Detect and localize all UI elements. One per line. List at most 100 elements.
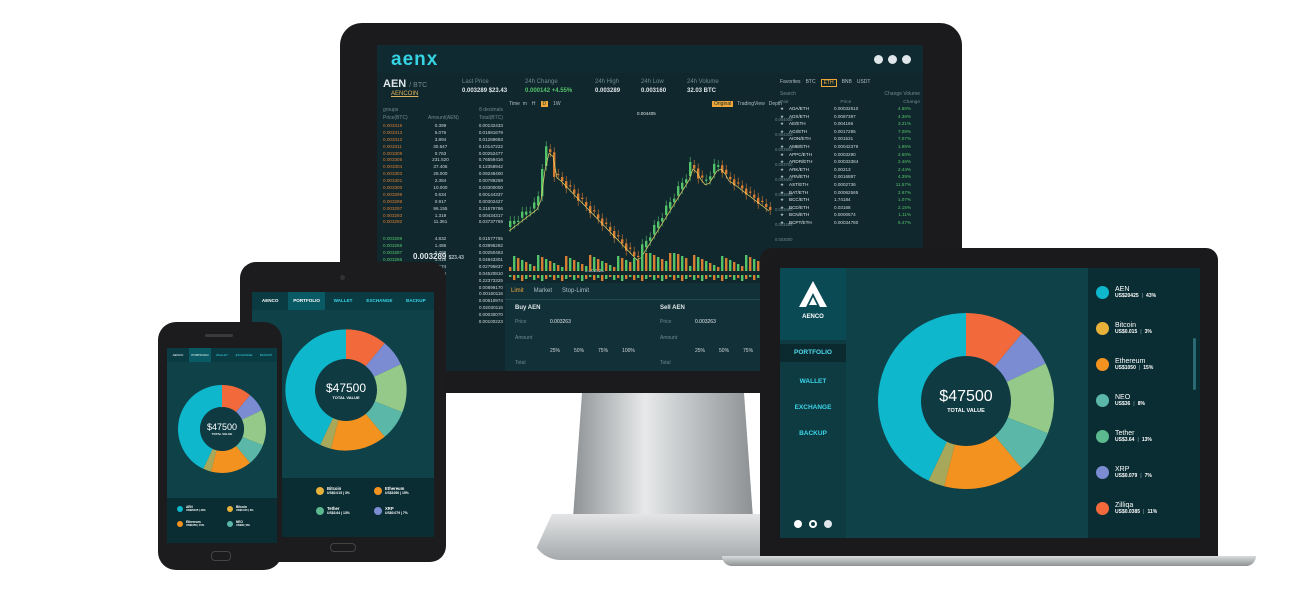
market-row[interactable]: ★ AION/ETH 0.001531 7.07% (780, 135, 920, 143)
phone-tab-exchange[interactable]: EXCHANGE (233, 348, 255, 362)
market-row[interactable]: ★ BCC/ETH 1.74184 1.07% (780, 196, 920, 204)
phone-coin-item[interactable]: Bitcoin US$0.015 | 3% (227, 505, 253, 512)
order-book-row[interactable]: 0.003293 1.319 0.00434317 (383, 213, 503, 220)
user-icon[interactable] (874, 55, 883, 64)
market-row[interactable]: ★ BCN/ETH 0.0000574 1.11% (780, 211, 920, 219)
percent-button[interactable]: 25% (550, 348, 560, 354)
order-book-row[interactable]: 0.003315 0.399 0.00132433 (383, 123, 503, 130)
star-icon[interactable]: ★ (780, 120, 789, 128)
star-icon[interactable]: ★ (780, 166, 789, 174)
phone-tab-wallet[interactable]: WALLET (211, 348, 233, 362)
tablet-tab-portfolio[interactable]: PORTFOLIO (288, 292, 325, 310)
percent-button[interactable]: 75% (598, 348, 608, 354)
order-book-row[interactable]: 0.003312 3.894 0.01289693 (383, 137, 503, 144)
coin-item[interactable]: Tether US$3.64 | 13% (1096, 430, 1152, 443)
coin-item[interactable]: Bitcoin US$0.015 | 3% (1096, 322, 1152, 335)
market-row[interactable]: ★ BCPT/ETH 0.00034780 6.47% (780, 219, 920, 227)
pair-subtitle[interactable]: AENCOIN (391, 91, 418, 97)
phone-coin-item[interactable]: Ethereum US$1050 | 15% (177, 520, 204, 527)
market-row[interactable]: ★ ADX/ETH 0.0087397 4.36% (780, 113, 920, 121)
percent-button[interactable]: 50% (574, 348, 584, 354)
order-book-row[interactable]: 0.003303 28.000 0.09248400 (383, 171, 503, 178)
market-tab[interactable]: BTC (806, 79, 816, 87)
star-icon[interactable]: ★ (780, 211, 789, 219)
order-book-row[interactable]: 0.003289 4.832 0.01577765 (383, 236, 503, 243)
market-row[interactable]: ★ ARK/ETH 0.00213 2.44% (780, 166, 920, 174)
phone-home-button[interactable] (211, 551, 231, 561)
order-book-row[interactable]: 0.003309 0.763 0.00252477 (383, 151, 503, 158)
gear-icon[interactable] (888, 55, 897, 64)
star-icon[interactable]: ★ (780, 128, 789, 136)
order-book-row[interactable]: 0.003298 0.917 0.00302427 (383, 199, 503, 206)
phone-tab-portfolio[interactable]: PORTFOLIO (189, 348, 211, 362)
coin-item[interactable]: AEN US$20425 | 43% (1096, 286, 1156, 299)
order-book-row[interactable]: 0.003299 0.634 0.00144337 (383, 192, 503, 199)
order-book-row[interactable]: 0.003300 10.000 0.03300000 (383, 185, 503, 192)
order-book-row[interactable]: 0.003311 30.647 0.10147222 (383, 144, 503, 151)
market-row[interactable]: ★ BAT/ETH 0.00062565 2.97% (780, 189, 920, 197)
market-row[interactable]: ★ APPC/ETH 0.0003290 2.50% (780, 151, 920, 159)
order-book-row[interactable]: 0.003288 1.486 0.03995282 (383, 243, 503, 250)
nav-portfolio[interactable]: PORTFOLIO (780, 344, 846, 362)
tablet-coin-item[interactable]: Bitcoin US$0.015 | 3% (316, 486, 350, 495)
tablet-coin-item[interactable]: XRP US$0.079 | 7% (374, 506, 408, 515)
percent-button[interactable]: 50% (719, 348, 729, 354)
user-icon[interactable] (794, 520, 802, 528)
star-icon[interactable]: ★ (780, 189, 789, 197)
tablet-tab-exchange[interactable]: EXCHANGE (361, 292, 397, 310)
star-icon[interactable]: ★ (780, 143, 789, 151)
trade-tab[interactable]: Limit (511, 288, 524, 294)
star-icon[interactable]: ★ (780, 173, 789, 181)
order-book-row[interactable]: 0.003297 96.155 0.31679786 (383, 206, 503, 213)
buy-price-input[interactable]: 0.003263 (550, 319, 571, 325)
star-icon[interactable]: ★ (780, 196, 789, 204)
phone-brand[interactable]: AENCO (167, 348, 189, 362)
market-row[interactable]: ★ ARDR/ETH 0.00033384 2.46% (780, 158, 920, 166)
order-book-row[interactable]: 0.003304 37.406 0.12358942 (383, 164, 503, 171)
market-tab[interactable]: BNB (842, 79, 852, 87)
phone-tab-backup[interactable]: BACKUP (255, 348, 277, 362)
market-search[interactable]: Search (780, 91, 796, 97)
globe-icon[interactable] (902, 55, 911, 64)
order-book-row[interactable]: 0.003292 11.361 0.03737769 (383, 219, 503, 226)
star-icon[interactable]: ★ (780, 158, 789, 166)
star-icon[interactable]: ★ (780, 181, 789, 189)
coin-list-scrollbar[interactable] (1193, 338, 1196, 390)
percent-button[interactable]: 100% (622, 348, 635, 354)
coin-item[interactable]: NEO US$36 | 8% (1096, 394, 1145, 407)
tablet-home-button[interactable] (330, 543, 356, 552)
nav-exchange[interactable]: EXCHANGE (780, 404, 846, 411)
market-row[interactable]: ★ AGI/ETH 0.0017295 7.08% (780, 128, 920, 136)
market-row[interactable]: ★ AST/ETH 0.0002736 11.57% (780, 181, 920, 189)
order-book-row[interactable]: 0.003305 231.520 0.76559416 (383, 157, 503, 164)
tablet-tab-backup[interactable]: BACKUP (398, 292, 434, 310)
market-row[interactable]: ★ BCD/ETH 0.03168 2.15% (780, 204, 920, 212)
coin-item[interactable]: XRP US$0.079 | 7% (1096, 466, 1152, 479)
star-icon[interactable]: ★ (780, 135, 789, 143)
aenco-logo[interactable]: AENCO (780, 268, 846, 340)
market-tab[interactable]: ETH (820, 79, 837, 87)
percent-button[interactable]: 25% (695, 348, 705, 354)
gear-icon[interactable] (809, 520, 817, 528)
trade-tab[interactable]: Market (534, 288, 552, 294)
tablet-brand[interactable]: AENCO (252, 292, 288, 310)
star-icon[interactable]: ★ (780, 204, 789, 212)
trade-tab[interactable]: Stop-Limit (562, 288, 589, 294)
market-tab[interactable]: USDT (857, 79, 871, 87)
sell-price-input[interactable]: 0.003263 (695, 319, 716, 325)
phone-coin-item[interactable]: AEN US$20425 | 43% (177, 505, 206, 512)
globe-icon[interactable] (824, 520, 832, 528)
percent-button[interactable]: 75% (743, 348, 753, 354)
market-row[interactable]: ★ ADA/ETH 0.00032610 4.60% (780, 105, 920, 113)
order-book-row[interactable]: 0.003313 5.076 0.01681679 (383, 130, 503, 137)
nav-backup[interactable]: BACKUP (780, 430, 846, 437)
tablet-coin-item[interactable]: Ethereum US$1050 | 15% (374, 486, 409, 495)
nav-wallet[interactable]: WALLET (780, 378, 846, 385)
star-icon[interactable]: ★ (780, 219, 789, 227)
tablet-tab-wallet[interactable]: WALLET (325, 292, 361, 310)
market-row[interactable]: ★ AMB/ETH 0.00042379 1.95% (780, 143, 920, 151)
market-row[interactable]: ★ AE/ETH 0.004166 3.21% (780, 120, 920, 128)
star-icon[interactable]: ★ (780, 151, 789, 159)
order-book-row[interactable]: 0.003301 2.384 0.00789259 (383, 178, 503, 185)
tablet-coin-item[interactable]: Tether US$3.64 | 13% (316, 506, 350, 515)
